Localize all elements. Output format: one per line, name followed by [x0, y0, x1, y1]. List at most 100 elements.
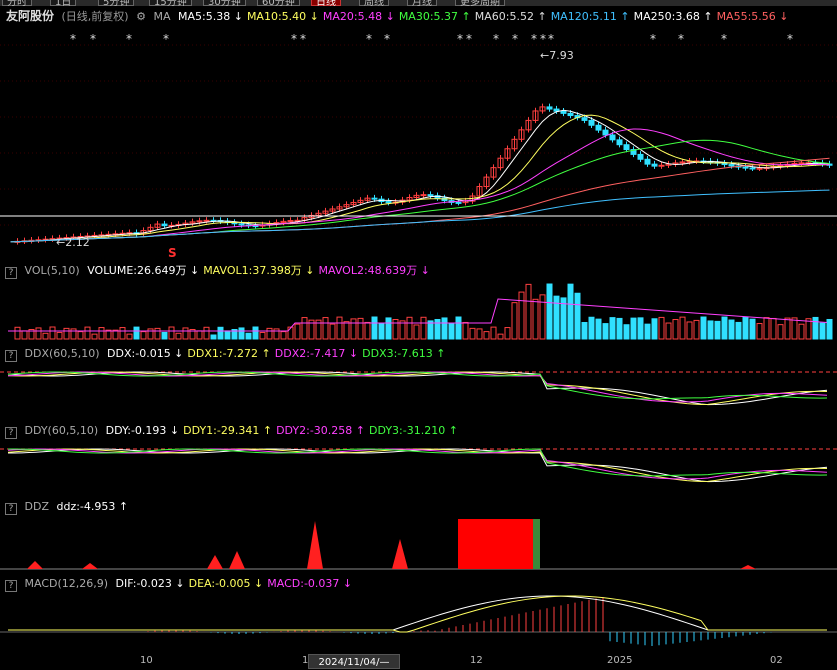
volume-bar	[196, 330, 203, 340]
legend-item: DDX1:-7.272 ↑	[187, 347, 271, 360]
volume-bar	[182, 327, 189, 340]
macd-chart[interactable]	[0, 592, 837, 654]
signal-marker: *	[90, 32, 96, 46]
ddx-items: DDX:-0.015 ↓ DDX1:-7.272 ↑ DDX2:-7.417 ↓ DD…	[107, 347, 449, 360]
vol-legend: ? VOL(5,10) VOLUME:26.649万 ↓ MAVOL1:37.39…	[0, 262, 438, 279]
period-tab[interactable]: 60分钟	[257, 0, 300, 6]
legend-item: MA30:5.37 ↑	[398, 10, 471, 23]
candle	[385, 201, 392, 204]
volume-bar	[385, 317, 392, 340]
period-tab[interactable]: 分时	[2, 0, 32, 6]
legend-item: DDY:-0.193 ↓	[105, 424, 180, 437]
volume-bar	[651, 318, 658, 340]
candle	[371, 197, 378, 200]
volume-bar	[273, 328, 280, 340]
period-tab[interactable]: 30分钟	[203, 0, 246, 6]
settings-gear-icon[interactable]: ⚙	[136, 10, 146, 23]
help-icon[interactable]: ?	[5, 350, 17, 362]
candle	[455, 201, 462, 204]
vol-items: VOLUME:26.649万 ↓ MAVOL1:37.398万 ↓ MAVOL2:4…	[87, 264, 434, 277]
period-tab[interactable]: 月线	[407, 0, 437, 6]
candle	[427, 194, 434, 197]
macd-indicator-name[interactable]: MACD(12,26,9)	[25, 577, 109, 590]
indicator-line	[7, 448, 828, 483]
stock-name[interactable]: 友阿股份	[6, 9, 54, 23]
volume-bar	[742, 316, 749, 340]
volume-bar	[294, 323, 301, 340]
volume-bar	[322, 317, 329, 340]
volume-bar	[714, 320, 721, 340]
volume-bar	[168, 326, 175, 340]
help-icon[interactable]: ?	[5, 503, 17, 515]
legend-item: MA60:5.52 ↑	[474, 10, 547, 23]
help-icon[interactable]: ?	[5, 427, 17, 439]
volume-bar	[455, 316, 462, 340]
legend-item: MA250:3.68 ↑	[633, 10, 713, 23]
ddz-indicator-name[interactable]: DDZ	[25, 500, 49, 513]
help-icon[interactable]: ?	[5, 580, 17, 592]
legend-item: DDX2:-7.417 ↓	[274, 347, 359, 360]
period-tab[interactable]: 更多周期	[455, 0, 505, 6]
period-tab[interactable]: 日线	[311, 0, 341, 6]
ddy-items: DDY:-0.193 ↓ DDY1:-29.341 ↑ DDY2:-30.258 ↑…	[106, 424, 462, 437]
volume-bar	[749, 318, 756, 340]
volume-bar	[490, 326, 497, 340]
volume-bar	[728, 319, 735, 340]
candle	[749, 167, 756, 170]
volume-bar	[350, 318, 357, 340]
volume-chart[interactable]	[0, 279, 837, 341]
volume-bar	[700, 316, 707, 340]
ddx-indicator-name[interactable]: DDX(60,5,10)	[25, 347, 100, 360]
x-axis-label: 12	[470, 655, 483, 666]
vol-indicator-name[interactable]: VOL(5,10)	[25, 264, 80, 277]
candle	[161, 223, 168, 227]
ddy-indicator-name[interactable]: DDY(60,5,10)	[25, 424, 99, 437]
ddy-chart[interactable]	[0, 439, 837, 497]
candlestick-chart[interactable]: * * * * * * * * * * * * * * * * * * *←7.93←2.12S	[0, 25, 837, 262]
volume-bar	[539, 294, 546, 340]
legend-item: MA55:5.56 ↓	[716, 10, 789, 23]
ddz-peak	[307, 521, 323, 569]
x-axis-label: 2025	[607, 655, 633, 666]
signal-marker: *	[787, 32, 793, 46]
signal-marker: *	[650, 32, 656, 46]
period-tab[interactable]: 1日	[50, 0, 77, 6]
candle	[742, 166, 749, 169]
period-tab[interactable]: 周线	[359, 0, 389, 6]
volume-bar	[399, 320, 406, 340]
volume-bar	[210, 334, 217, 340]
help-icon[interactable]: ?	[5, 267, 17, 279]
candle	[546, 106, 553, 110]
volume-bar	[245, 332, 252, 340]
ddz-peak	[740, 565, 756, 569]
volume-bar	[581, 321, 588, 340]
ddz-block-edge	[533, 519, 540, 569]
ddz-chart[interactable]	[0, 515, 837, 573]
moving-average-line	[10, 114, 830, 243]
period-tab[interactable]: 5分钟	[98, 0, 135, 6]
volume-bar	[63, 327, 70, 340]
legend-item: DDX:-0.015 ↓	[107, 347, 184, 360]
ddz-peak	[27, 561, 43, 569]
volume-bar	[175, 332, 182, 340]
period-tab[interactable]: 15分钟	[149, 0, 192, 6]
volume-bar	[133, 326, 140, 340]
candle	[616, 139, 623, 146]
legend-item: MACD:-0.037 ↓	[267, 577, 353, 590]
volume-bar	[434, 318, 441, 340]
volume-bar	[469, 327, 476, 340]
candle	[644, 158, 651, 165]
ddx-chart[interactable]	[0, 362, 837, 420]
ma-label: MA	[153, 10, 171, 23]
volume-bar	[70, 328, 77, 340]
ddz-legend: ? DDZ ddz:-4.953 ↑	[0, 498, 136, 515]
volume-bar	[49, 326, 56, 340]
volume-bar	[147, 328, 154, 340]
volume-bar	[665, 322, 672, 340]
high-price-label: ←7.93	[540, 49, 574, 62]
volume-bar	[266, 327, 273, 340]
volume-bar	[763, 317, 770, 340]
buy-signal-marker: S	[168, 246, 177, 260]
volume-bar	[154, 327, 161, 340]
candle	[602, 129, 609, 136]
